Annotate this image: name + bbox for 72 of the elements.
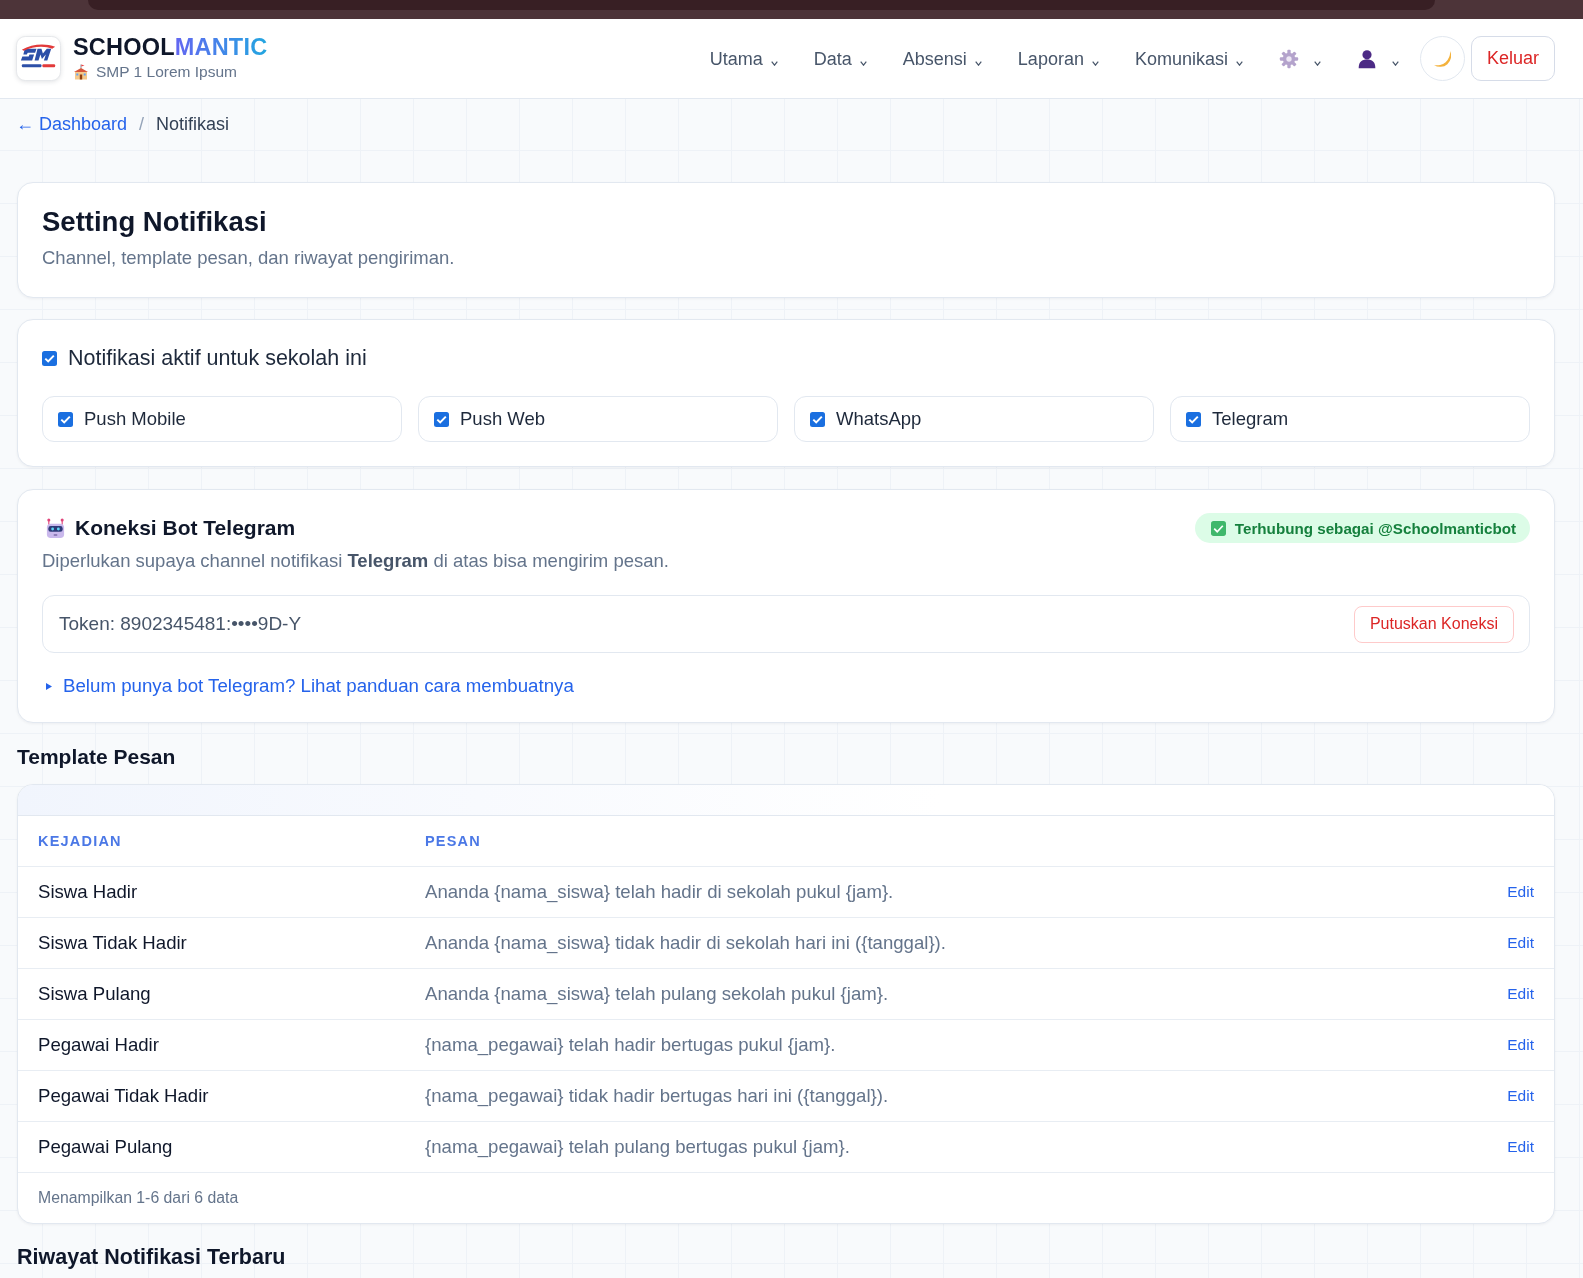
edit-link[interactable]: Edit bbox=[1507, 883, 1534, 901]
edit-link[interactable]: Edit bbox=[1507, 1036, 1534, 1054]
message-cell: Ananda {nama_siswa} telah hadir di sekolah pukul {jam}. bbox=[425, 881, 894, 903]
event-cell: Pegawai Hadir bbox=[38, 1034, 159, 1056]
school-name: SMP 1 Lorem Ipsum bbox=[96, 61, 237, 82]
message-cell: Ananda {nama_siswa} tidak hadir di sekolah hari ini ({tanggal}). bbox=[425, 932, 946, 954]
checkbox[interactable] bbox=[434, 411, 449, 427]
brand-name: SCHOOLMANTIC bbox=[73, 33, 268, 60]
event-cell: Pegawai Pulang bbox=[38, 1136, 173, 1158]
checkmark-icon bbox=[1210, 520, 1226, 536]
caret-icon bbox=[1313, 60, 1321, 66]
caret-icon bbox=[1235, 60, 1243, 66]
checkbox[interactable] bbox=[58, 411, 73, 427]
caret-icon bbox=[770, 60, 778, 66]
edit-link[interactable]: Edit bbox=[1507, 1087, 1534, 1105]
message-cell: {nama_pegawai} telah hadir bertugas pukul {jam}. bbox=[425, 1034, 836, 1056]
nav-menu[interactable]: Utama bbox=[709, 46, 778, 71]
page-subtitle: Channel, template pesan, dan riwayat pengiriman. bbox=[42, 247, 455, 269]
theme-toggle-button[interactable] bbox=[1419, 36, 1465, 81]
column-header: KEJADIAN bbox=[38, 833, 122, 849]
robot-icon bbox=[45, 517, 66, 539]
checkbox[interactable] bbox=[42, 350, 57, 366]
caret-icon bbox=[1391, 60, 1399, 66]
gear-icon bbox=[1278, 48, 1299, 69]
nav-menu[interactable]: Laporan bbox=[1017, 46, 1099, 71]
nav-menu[interactable]: Data bbox=[813, 46, 867, 71]
event-cell: Siswa Hadir bbox=[38, 881, 138, 903]
channel-label: Telegram bbox=[1212, 408, 1289, 430]
channel-option[interactable]: WhatsApp bbox=[794, 396, 1154, 442]
account-menu[interactable] bbox=[1356, 48, 1399, 69]
channel-option[interactable]: Push Web bbox=[418, 396, 778, 442]
logout-button[interactable]: Keluar bbox=[1470, 36, 1555, 81]
table-footer-text: Menampilkan 1-6 dari 6 data bbox=[38, 1189, 239, 1207]
guide-link[interactable]: Belum punya bot Telegram? Lihat panduan cara membuatnya bbox=[42, 675, 574, 697]
event-cell: Siswa Tidak Hadir bbox=[38, 932, 187, 954]
token-text: Token: 8902345481:••••9D-Y bbox=[59, 613, 302, 635]
telegram-title: Koneksi Bot Telegram bbox=[75, 515, 296, 541]
school-building-icon bbox=[73, 63, 89, 80]
breadcrumb-separator: / bbox=[139, 114, 145, 135]
breadcrumb-current: Notifikasi bbox=[156, 114, 230, 135]
edit-link[interactable]: Edit bbox=[1507, 1138, 1534, 1156]
caret-icon bbox=[974, 60, 982, 66]
checkbox[interactable] bbox=[810, 411, 825, 427]
channel-label: Push Web bbox=[460, 408, 545, 430]
section-title: Riwayat Notifikasi Terbaru bbox=[17, 1244, 286, 1270]
status-text: Terhubung sebagai @Schoolmanticbot bbox=[1234, 519, 1516, 537]
channel-option[interactable]: Telegram bbox=[1170, 396, 1530, 442]
master-toggle-label: Notifikasi aktif untuk sekolah ini bbox=[68, 345, 367, 372]
channel-label: WhatsApp bbox=[836, 408, 922, 430]
edit-link[interactable]: Edit bbox=[1507, 985, 1534, 1003]
channel-option[interactable]: Push Mobile bbox=[42, 396, 402, 442]
edit-link[interactable]: Edit bbox=[1507, 934, 1534, 952]
user-icon bbox=[1356, 48, 1377, 69]
nav-menu[interactable]: Komunikasi bbox=[1134, 46, 1243, 71]
section-title: Template Pesan bbox=[17, 744, 176, 770]
disconnect-button[interactable]: Putuskan Koneksi bbox=[1353, 605, 1514, 643]
telegram-description: Diperlukan supaya channel notifikasi Telegram di atas bisa mengirim pesan. bbox=[42, 550, 669, 572]
channel-label: Push Mobile bbox=[84, 408, 186, 430]
checkbox[interactable] bbox=[1186, 411, 1201, 427]
moon-icon bbox=[1433, 49, 1452, 68]
message-cell: {nama_pegawai} telah pulang bertugas pukul {jam}. bbox=[425, 1136, 850, 1158]
event-cell: Siswa Pulang bbox=[38, 983, 151, 1005]
breadcrumb-link[interactable]: ← Dashboard bbox=[16, 114, 128, 135]
event-cell: Pegawai Tidak Hadir bbox=[38, 1085, 209, 1107]
logo-icon bbox=[16, 36, 61, 81]
page-title: Setting Notifikasi bbox=[42, 205, 267, 239]
message-cell: {nama_pegawai} tidak hadir bertugas hari ini ({tanggal}). bbox=[425, 1085, 889, 1107]
message-cell: Ananda {nama_siswa} telah pulang sekolah pukul {jam}. bbox=[425, 983, 889, 1005]
column-header: PESAN bbox=[425, 833, 481, 849]
caret-icon bbox=[1091, 60, 1099, 66]
nav-menu[interactable]: Absensi bbox=[902, 46, 982, 71]
caret-icon bbox=[859, 60, 867, 66]
